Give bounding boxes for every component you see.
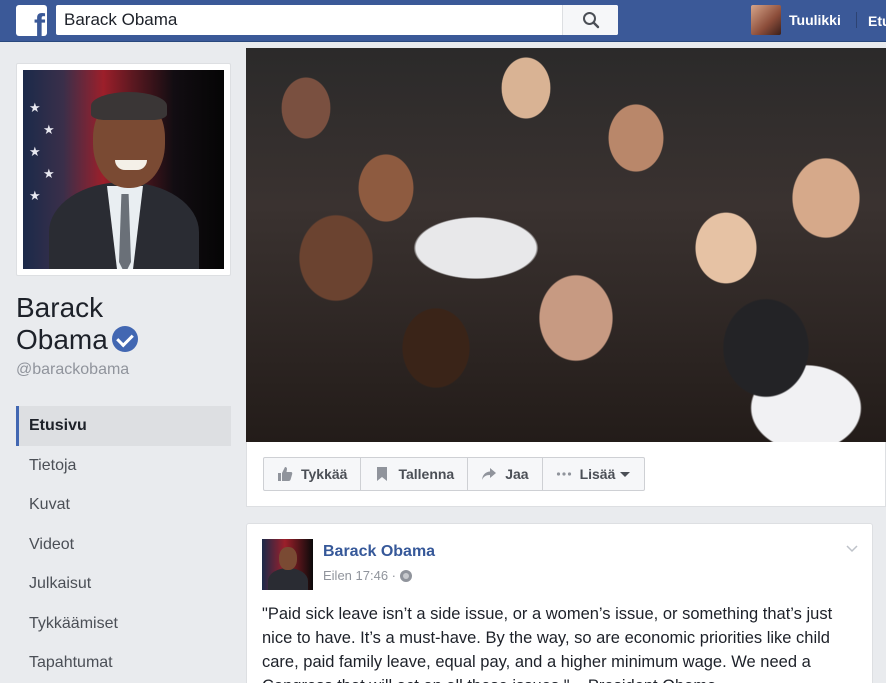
more-dots-icon bbox=[556, 472, 571, 476]
top-navigation-bar: f Tuulikki Etusivu bbox=[0, 0, 886, 42]
profile-picture[interactable]: ★ ★ ★ ★ ★ bbox=[16, 63, 231, 276]
page-title: Barack Obama bbox=[16, 292, 138, 356]
nav-item-photos[interactable]: Kuvat bbox=[16, 485, 231, 525]
globe-icon bbox=[400, 569, 412, 582]
search-input[interactable] bbox=[56, 5, 561, 35]
search-box bbox=[56, 5, 618, 35]
post-author-avatar[interactable] bbox=[262, 539, 313, 590]
page-navigation: Etusivu Tietoja Kuvat Videot Julkaisut T… bbox=[16, 406, 231, 683]
action-button-group: Tykkää Tallenna Jaa Lisää bbox=[263, 457, 646, 491]
page-name-line2: Obama bbox=[16, 324, 108, 355]
post-timestamp[interactable]: Eilen 17:46 · bbox=[323, 568, 396, 583]
verified-badge-icon bbox=[111, 326, 138, 352]
page-actions-bar: Tykkää Tallenna Jaa Lisää bbox=[246, 442, 886, 507]
nav-item-home[interactable]: Etusivu bbox=[16, 406, 231, 446]
post-text: "Paid sick leave isn’t a side issue, or … bbox=[262, 605, 833, 683]
page-handle[interactable]: @barackobama bbox=[16, 361, 129, 379]
profile-photo: ★ ★ ★ ★ ★ bbox=[23, 70, 224, 269]
user-name: Tuulikki bbox=[789, 12, 841, 28]
post-card: Barack Obama Eilen 17:46 · "Paid sick le… bbox=[246, 523, 873, 683]
search-button[interactable] bbox=[562, 5, 618, 35]
user-avatar bbox=[751, 5, 781, 35]
share-label: Jaa bbox=[505, 466, 529, 482]
chevron-down-icon[interactable] bbox=[846, 542, 858, 554]
save-label: Tallenna bbox=[398, 466, 455, 482]
page-name-line1: Barack bbox=[16, 292, 104, 323]
nav-item-posts[interactable]: Julkaisut bbox=[16, 564, 231, 604]
share-button[interactable]: Jaa bbox=[468, 458, 543, 490]
facebook-logo[interactable]: f bbox=[16, 5, 47, 36]
thumbs-up-icon bbox=[278, 467, 293, 481]
post-meta: Eilen 17:46 · bbox=[323, 568, 412, 583]
like-label: Tykkää bbox=[301, 466, 348, 482]
nav-item-events[interactable]: Tapahtumat bbox=[16, 643, 231, 683]
user-profile-link[interactable]: Tuulikki bbox=[751, 5, 841, 35]
nav-item-videos[interactable]: Videot bbox=[16, 525, 231, 565]
save-button[interactable]: Tallenna bbox=[361, 458, 469, 490]
more-button[interactable]: Lisää bbox=[543, 458, 645, 490]
nav-item-likes[interactable]: Tykkäämiset bbox=[16, 604, 231, 644]
caret-down-icon bbox=[620, 472, 631, 477]
cover-photo[interactable] bbox=[246, 48, 886, 442]
nav-divider bbox=[856, 12, 857, 28]
share-arrow-icon bbox=[482, 468, 497, 480]
nav-item-about[interactable]: Tietoja bbox=[16, 446, 231, 486]
like-button[interactable]: Tykkää bbox=[264, 458, 362, 490]
search-icon bbox=[582, 12, 599, 29]
bookmark-icon bbox=[377, 467, 388, 481]
post-author-name[interactable]: Barack Obama bbox=[323, 543, 435, 561]
more-label: Lisää bbox=[579, 466, 616, 482]
home-link[interactable]: Etusivu bbox=[868, 13, 886, 29]
